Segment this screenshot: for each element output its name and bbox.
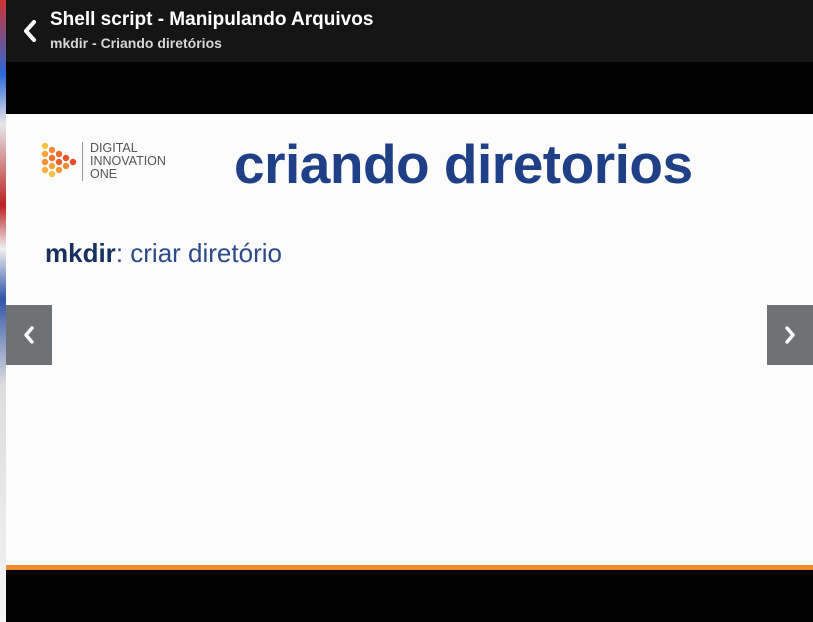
chevron-right-icon [785,326,795,344]
course-title: Shell script - Manipulando Arquivos [50,9,374,30]
slide: DIGITAL INNOVATION ONE criando diretorio… [6,114,813,565]
command-description: : criar diretório [115,238,282,268]
back-button[interactable] [16,14,44,48]
next-slide-button[interactable] [767,305,813,365]
video-stage: DIGITAL INNOVATION ONE criando diretorio… [6,62,813,622]
slide-command-line: mkdir: criar diretório [45,238,282,269]
dio-logo-icon [41,142,77,178]
chevron-left-icon [24,326,34,344]
previous-slide-button[interactable] [6,305,52,365]
player-header: Shell script - Manipulando Arquivos mkdi… [6,0,813,62]
command-name: mkdir [45,238,116,268]
slide-heading: criando diretorios [234,133,693,195]
logo-text: DIGITAL INNOVATION ONE [82,142,166,181]
lesson-title: mkdir - Criando diretórios [50,35,222,51]
slide-accent-bar [6,565,813,570]
chevron-left-icon [24,20,36,42]
